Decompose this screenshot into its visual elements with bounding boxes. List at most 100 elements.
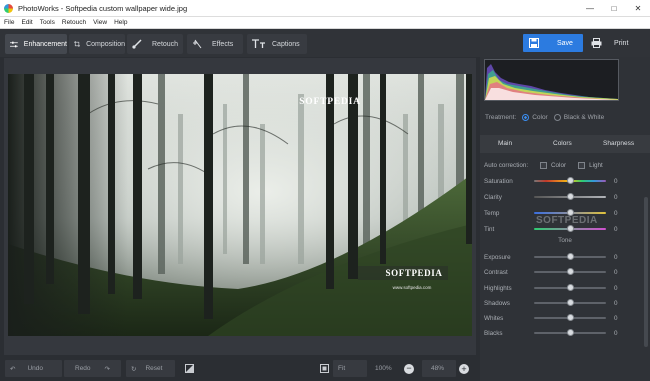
fit-screen-button[interactable]	[315, 360, 331, 377]
zoom-out-icon: −	[404, 363, 414, 374]
whites-label: Whites	[484, 314, 504, 322]
close-icon[interactable]: ✕	[626, 0, 650, 16]
treatment-color-label[interactable]: Color	[532, 114, 548, 121]
shadows-label: Shadows	[484, 299, 510, 307]
saturation-label: Saturation	[484, 177, 513, 185]
auto-light-checkbox[interactable]	[578, 161, 586, 169]
undo-icon: ↶	[10, 365, 16, 373]
auto-correction-label: Auto correction:	[484, 161, 529, 169]
menu-view[interactable]: View	[93, 19, 107, 26]
zoom-in-icon: +	[459, 363, 469, 374]
menu-file[interactable]: File	[4, 19, 14, 26]
photo-url: www.softpedia.com	[393, 285, 432, 290]
photo-watermark-top: SOFTPEDIA	[299, 97, 361, 107]
tab-enhancement[interactable]: Enhancement	[5, 34, 67, 54]
maximize-icon[interactable]: □	[602, 0, 626, 16]
zoom-100-button[interactable]: 100%	[370, 360, 402, 377]
reset-button[interactable]: ↻ Reset	[126, 360, 175, 377]
tab-captions-label: Captions	[272, 40, 300, 48]
zoom-value[interactable]: 48%	[422, 360, 456, 377]
subtab-main[interactable]: Main	[498, 140, 512, 147]
auto-color-checkbox[interactable]	[540, 161, 547, 169]
exposure-label: Exposure	[484, 253, 511, 261]
sparkle-icon	[193, 39, 202, 49]
contrast-slider[interactable]: Contrast 0	[484, 266, 646, 278]
panel-scrollbar[interactable]	[644, 197, 648, 347]
blacks-slider[interactable]: Blacks 0	[484, 327, 646, 339]
temp-handle[interactable]	[567, 209, 574, 216]
clarity-value: 0	[614, 193, 618, 201]
zoom-out-button[interactable]: −	[404, 360, 418, 377]
treatment-row: Treatment: Color Black & White	[485, 114, 604, 121]
compare-button[interactable]	[180, 360, 198, 377]
app-window: PhotoWorks - Softpedia custom wallpaper …	[0, 0, 650, 381]
tab-composition-label: Composition	[86, 40, 125, 48]
save-label: Save	[557, 39, 573, 47]
subtab-sharpness[interactable]: Sharpness	[603, 140, 634, 147]
sliders-icon	[10, 41, 18, 47]
window-title: PhotoWorks - Softpedia custom wallpaper …	[18, 3, 188, 13]
blacks-label: Blacks	[484, 329, 503, 337]
menu-retouch[interactable]: Retouch	[62, 19, 86, 26]
highlights-handle[interactable]	[567, 284, 574, 291]
menu-edit[interactable]: Edit	[21, 19, 32, 26]
photo-watermark-bottom: SOFTPEDIA	[386, 268, 443, 278]
tone-heading: Tone	[558, 237, 572, 244]
redo-button[interactable]: Redo ↷	[64, 360, 121, 377]
zoom-in-button[interactable]: +	[459, 360, 473, 377]
exposure-handle[interactable]	[567, 253, 574, 260]
clarity-slider[interactable]: Clarity 0	[484, 191, 646, 203]
blacks-value: 0	[614, 329, 618, 337]
whites-value: 0	[614, 314, 618, 322]
menu-help[interactable]: Help	[114, 19, 127, 26]
auto-color-label[interactable]: Color	[551, 162, 566, 169]
crop-icon	[74, 40, 81, 48]
treatment-color-radio[interactable]	[522, 114, 530, 121]
blacks-handle[interactable]	[567, 329, 574, 336]
exposure-slider[interactable]: Exposure 0	[484, 251, 646, 263]
saturation-value: 0	[614, 177, 618, 185]
zoom-100-label: 100%	[375, 365, 392, 372]
saturation-slider[interactable]: Saturation 0	[484, 175, 646, 187]
histogram	[484, 59, 619, 101]
save-button[interactable]: Save	[523, 34, 583, 52]
tint-handle[interactable]	[567, 225, 574, 232]
whites-slider[interactable]: Whites 0	[484, 312, 646, 324]
temp-slider[interactable]: Temp 0	[484, 207, 646, 219]
highlights-slider[interactable]: Highlights 0	[484, 282, 646, 294]
fit-button[interactable]: Fit	[333, 360, 367, 377]
zoom-value-label: 48%	[431, 365, 445, 372]
menu-tools[interactable]: Tools	[40, 19, 55, 26]
tab-effects[interactable]: Effects	[187, 34, 243, 54]
tab-captions[interactable]: Captions	[247, 34, 307, 54]
photo-preview[interactable]: SOFTPEDIA SOFTPEDIA www.softpedia.com	[8, 74, 472, 336]
histogram-graph	[485, 64, 618, 100]
contrast-label: Contrast	[484, 268, 508, 276]
contrast-value: 0	[614, 268, 618, 276]
shadows-slider[interactable]: Shadows 0	[484, 297, 646, 309]
tab-retouch[interactable]: Retouch	[127, 34, 183, 54]
undo-button[interactable]: ↶ Undo	[5, 360, 62, 377]
tint-slider[interactable]: Tint 0	[484, 223, 646, 235]
contrast-handle[interactable]	[567, 268, 574, 275]
highlights-label: Highlights	[484, 284, 512, 292]
app-logo-icon	[4, 3, 13, 13]
tab-composition[interactable]: Composition	[69, 34, 125, 54]
auto-light-label[interactable]: Light	[589, 162, 603, 169]
treatment-bw-radio[interactable]	[553, 114, 561, 121]
whites-handle[interactable]	[567, 314, 574, 321]
adjustments-panel: Treatment: Color Black & White Main Colo…	[480, 57, 650, 381]
forest-photo: SOFTPEDIA SOFTPEDIA www.softpedia.com	[8, 74, 472, 336]
saturation-handle[interactable]	[567, 177, 574, 184]
printer-icon	[591, 38, 602, 48]
subtab-colors[interactable]: Colors	[553, 140, 572, 147]
shadows-handle[interactable]	[567, 299, 574, 306]
title-bar: PhotoWorks - Softpedia custom wallpaper …	[0, 0, 650, 17]
minimize-icon[interactable]: —	[578, 0, 602, 16]
exposure-value: 0	[614, 253, 618, 261]
tint-value: 0	[614, 225, 618, 233]
print-button[interactable]: Print	[587, 34, 642, 52]
clarity-handle[interactable]	[567, 193, 574, 200]
treatment-bw-label[interactable]: Black & White	[564, 114, 604, 121]
text-icon	[252, 39, 265, 48]
